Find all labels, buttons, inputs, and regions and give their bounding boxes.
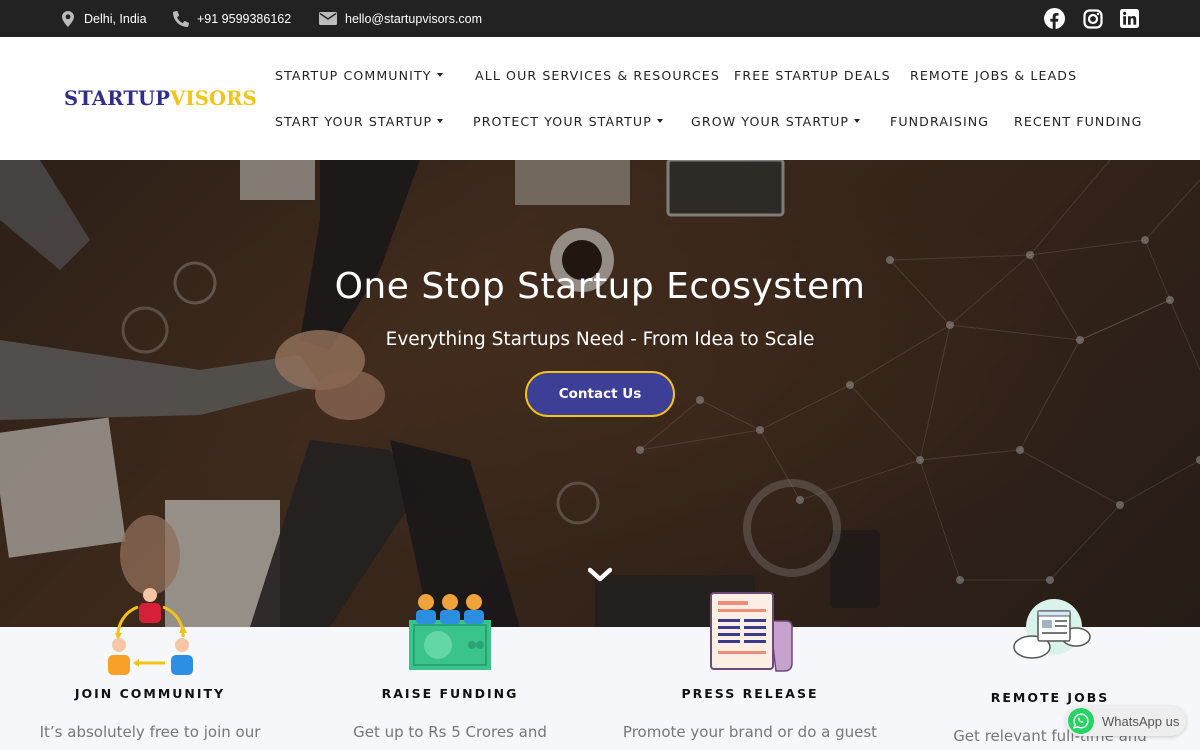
nav-free-startup-deals[interactable]: FREE STARTUP DEALS bbox=[734, 68, 891, 83]
whatsapp-button[interactable]: WhatsApp us bbox=[1066, 706, 1186, 736]
funding-icon bbox=[408, 592, 493, 672]
feature-desc-press-release: Promote your brand or do a guest bbox=[622, 723, 878, 741]
nav-label: FREE STARTUP DEALS bbox=[734, 68, 891, 83]
feature-title-remote-jobs: REMOTE JOBS bbox=[990, 690, 1110, 705]
feature-desc-join-community: It’s absolutely free to join our bbox=[39, 723, 261, 741]
nav-label: REMOTE JOBS & LEADS bbox=[910, 68, 1078, 83]
phone-item[interactable]: +91 9599386162 bbox=[173, 0, 291, 37]
feature-title-raise-funding: RAISE FUNDING bbox=[381, 686, 519, 701]
contact-us-button[interactable]: Contact Us bbox=[525, 371, 675, 417]
linkedin-icon[interactable] bbox=[1119, 8, 1140, 29]
location-item: Delhi, India bbox=[60, 0, 147, 37]
caret-down-icon bbox=[854, 118, 861, 123]
feature-title-press-release: PRESS RELEASE bbox=[681, 686, 819, 701]
nav-label: FUNDRAISING bbox=[890, 114, 990, 129]
nav-label: RECENT FUNDING bbox=[1014, 114, 1143, 129]
phone-text: +91 9599386162 bbox=[197, 11, 292, 26]
feature-title-join-community: JOIN COMMUNITY bbox=[74, 686, 226, 701]
caret-down-icon bbox=[437, 118, 444, 123]
email-item[interactable]: hello@startupvisors.com bbox=[319, 0, 482, 37]
hero-banner: One Stop Startup Ecosystem Everything St… bbox=[0, 160, 1200, 627]
logo-part-startup: STARTUP bbox=[64, 87, 171, 110]
envelope-icon bbox=[319, 11, 337, 27]
nav-startup-community[interactable]: STARTUP COMMUNITY bbox=[275, 68, 443, 83]
nav-label: ALL OUR SERVICES & RESOURCES bbox=[475, 68, 720, 83]
cloud-jobs-icon bbox=[1012, 597, 1092, 665]
nav-remote-jobs-leads[interactable]: REMOTE JOBS & LEADS bbox=[910, 68, 1077, 83]
instagram-icon[interactable] bbox=[1082, 8, 1103, 29]
hero-subtitle: Everything Startups Need - From Idea to … bbox=[385, 329, 815, 350]
phone-icon bbox=[173, 10, 189, 27]
feature-desc-raise-funding: Get up to Rs 5 Crores and bbox=[353, 723, 547, 741]
nav-label: GROW YOUR STARTUP bbox=[691, 114, 850, 129]
site-logo[interactable]: STARTUPVISORS bbox=[64, 87, 257, 110]
scroll-down-chevron-icon[interactable] bbox=[587, 567, 613, 583]
nav-label: START YOUR STARTUP bbox=[275, 114, 433, 129]
newspaper-icon bbox=[708, 591, 794, 673]
nav-services-resources[interactable]: ALL OUR SERVICES & RESOURCES bbox=[475, 68, 720, 83]
nav-start-your-startup[interactable]: START YOUR STARTUP bbox=[275, 114, 444, 129]
logo-part-visors: VISORS bbox=[170, 87, 257, 110]
hero-title: One Stop Startup Ecosystem bbox=[334, 266, 866, 307]
community-icon bbox=[103, 585, 198, 680]
email-text: hello@startupvisors.com bbox=[345, 11, 483, 26]
whatsapp-label: WhatsApp us bbox=[1102, 713, 1180, 729]
nav-recent-funding[interactable]: RECENT FUNDING bbox=[1014, 114, 1142, 129]
caret-down-icon bbox=[656, 118, 663, 123]
site-header: STARTUPVISORS STARTUP COMMUNITY ALL OUR … bbox=[0, 37, 1200, 160]
nav-label: STARTUP COMMUNITY bbox=[275, 68, 432, 83]
caret-down-icon bbox=[436, 72, 443, 77]
nav-protect-your-startup[interactable]: PROTECT YOUR STARTUP bbox=[473, 114, 663, 129]
nav-fundraising[interactable]: FUNDRAISING bbox=[890, 114, 989, 129]
facebook-icon[interactable] bbox=[1044, 8, 1065, 29]
nav-label: PROTECT YOUR STARTUP bbox=[473, 114, 652, 129]
top-contact-bar: Delhi, India +91 9599386162 hello@startu… bbox=[0, 0, 1200, 37]
location-pin-icon bbox=[60, 10, 76, 27]
whatsapp-icon bbox=[1068, 708, 1094, 734]
location-text: Delhi, India bbox=[84, 11, 147, 26]
nav-grow-your-startup[interactable]: GROW YOUR STARTUP bbox=[691, 114, 861, 129]
